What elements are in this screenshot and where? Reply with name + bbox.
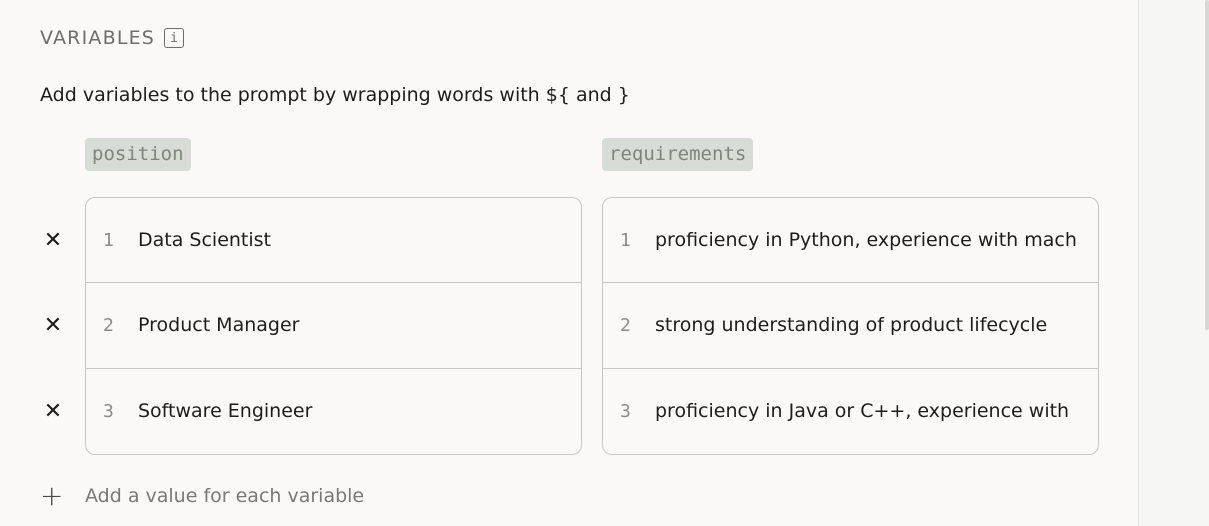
position-value-row[interactable]: 3 Software Engineer bbox=[86, 369, 581, 454]
section-title: VARIABLES bbox=[40, 27, 156, 49]
add-value-button[interactable]: + Add a value for each variable bbox=[40, 482, 364, 510]
row-number: 1 bbox=[620, 229, 631, 251]
position-value-input[interactable]: Data Scientist bbox=[138, 229, 561, 251]
requirements-value-input[interactable]: strong understanding of product lifecycl… bbox=[655, 314, 1078, 336]
section-header: VARIABLES i bbox=[40, 27, 185, 49]
position-value-input[interactable]: Software Engineer bbox=[138, 400, 561, 422]
requirements-value-row[interactable]: 2 strong understanding of product lifecy… bbox=[603, 283, 1098, 369]
row-number: 3 bbox=[103, 400, 114, 422]
requirements-value-row[interactable]: 3 proficiency in Java or C++, experience… bbox=[603, 369, 1098, 454]
info-icon[interactable]: i bbox=[164, 28, 185, 48]
plus-icon: + bbox=[40, 479, 64, 512]
requirements-value-row[interactable]: 1 proficiency in Python, experience with… bbox=[603, 198, 1098, 284]
position-value-row[interactable]: 1 Data Scientist bbox=[86, 198, 581, 284]
position-values-table: 1 Data Scientist 2 Product Manager 3 Sof… bbox=[85, 197, 582, 455]
row-number: 1 bbox=[103, 229, 114, 251]
add-value-label: Add a value for each variable bbox=[85, 485, 365, 507]
delete-row-2-button[interactable]: ✕ bbox=[42, 313, 64, 338]
variables-panel: VARIABLES i Add variables to the prompt … bbox=[0, 0, 1139, 526]
delete-row-3-button[interactable]: ✕ bbox=[42, 399, 64, 424]
variable-chip-position: position bbox=[85, 138, 191, 171]
position-value-input[interactable]: Product Manager bbox=[138, 314, 561, 336]
row-number: 2 bbox=[620, 314, 631, 336]
right-rail bbox=[1139, 0, 1209, 526]
row-number: 2 bbox=[103, 314, 114, 336]
variables-description: Add variables to the prompt by wrapping … bbox=[40, 84, 630, 106]
row-number: 3 bbox=[620, 400, 631, 422]
delete-row-1-button[interactable]: ✕ bbox=[42, 228, 64, 253]
requirements-value-input[interactable]: proficiency in Python, experience with m… bbox=[655, 229, 1078, 251]
variable-chip-requirements: requirements bbox=[602, 138, 754, 171]
position-value-row[interactable]: 2 Product Manager bbox=[86, 283, 581, 369]
scrollbar-thumb[interactable] bbox=[1205, 0, 1209, 330]
requirements-value-input[interactable]: proficiency in Java or C++, experience w… bbox=[655, 400, 1078, 422]
requirements-values-table: 1 proficiency in Python, experience with… bbox=[602, 197, 1099, 455]
